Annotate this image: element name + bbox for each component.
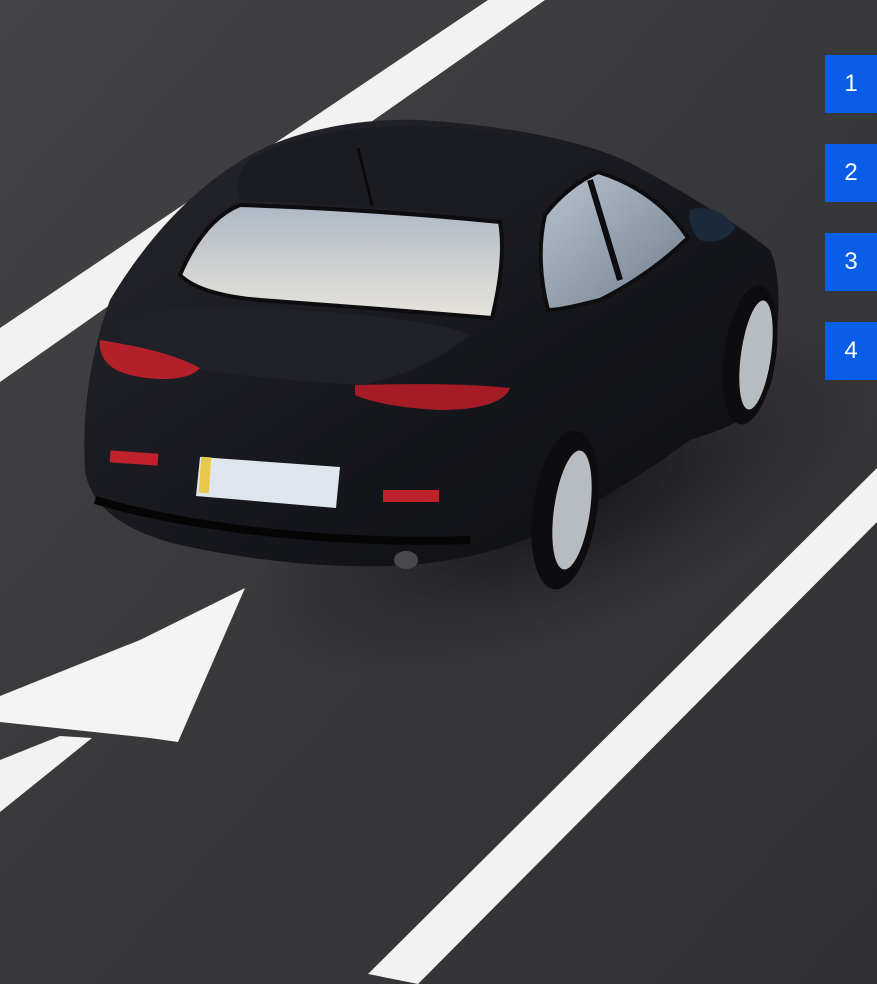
slide-nav-item-2[interactable]: 2 — [825, 144, 877, 202]
slide-nav-item-1[interactable]: 1 — [825, 55, 877, 113]
slide-nav-item-3[interactable]: 3 — [825, 233, 877, 291]
slide-nav-item-4[interactable]: 4 — [825, 322, 877, 380]
road-photo — [0, 0, 877, 984]
slide-nav: 1 2 3 4 — [825, 55, 877, 411]
car-illustration — [0, 0, 877, 984]
